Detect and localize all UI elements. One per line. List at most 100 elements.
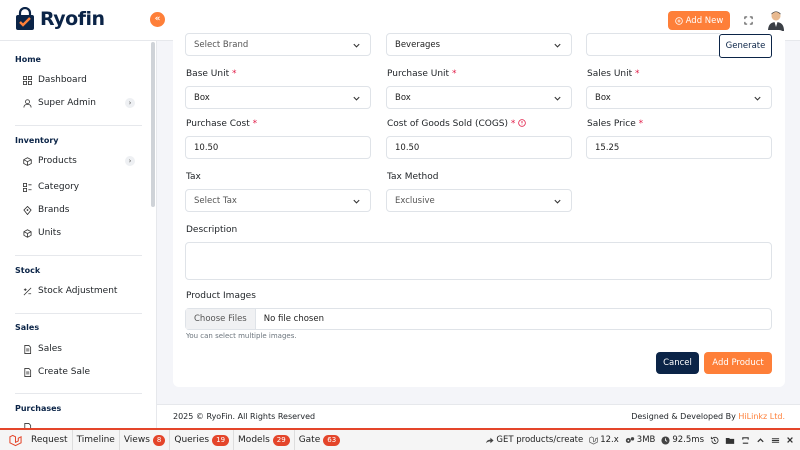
laravel-logo-icon[interactable] — [6, 431, 24, 449]
clock-icon — [661, 435, 670, 445]
debug-bar: Request Timeline Views 8 Queries 19 Models… — [0, 428, 800, 450]
developer-link[interactable]: HiLinkz Ltd. — [738, 412, 785, 421]
debug-tab-views[interactable]: Views 8 — [120, 430, 171, 450]
sales-unit-select[interactable]: Box — [586, 86, 772, 109]
laravel-icon — [589, 436, 598, 444]
debug-tab-queries[interactable]: Queries 19 — [170, 430, 235, 450]
plus-circle-icon — [674, 16, 683, 25]
route-info[interactable]: GET products/create — [485, 435, 583, 445]
purchase-unit-select[interactable]: Box — [386, 86, 572, 109]
cogs-icon — [625, 436, 634, 443]
product-images-label: Product Images — [186, 291, 256, 301]
sidebar-item-products[interactable]: Products › — [23, 156, 135, 166]
sidebar-item-label: Dashboard — [38, 75, 87, 85]
minimize-icon[interactable] — [741, 436, 750, 445]
cube-icon — [23, 228, 32, 238]
fullscreen-toggle[interactable] — [739, 11, 757, 29]
debug-metrics: GET products/create 12.x 3MB 92.5ms — [485, 430, 794, 450]
debug-tab-gate[interactable]: Gate 63 — [295, 430, 344, 450]
sidebar-divider — [15, 125, 142, 126]
logo-text: Ryofin — [40, 8, 105, 30]
chevron-down-icon — [353, 199, 360, 204]
file-status-text: No file chosen — [263, 314, 324, 324]
version-info: 12.x — [589, 435, 619, 445]
chevron-down-icon — [554, 96, 561, 101]
sidebar-item-units[interactable]: Units — [23, 228, 135, 238]
product-images-file-input[interactable]: Choose Files No file chosen — [185, 308, 772, 330]
info-icon[interactable] — [518, 119, 527, 127]
sidebar-item-super-admin[interactable]: Super Admin › — [23, 98, 135, 108]
chevron-down-icon — [554, 43, 561, 48]
position-icon[interactable] — [771, 436, 780, 445]
add-product-button[interactable]: Add Product — [704, 352, 772, 374]
sales-unit-label: Sales Unit * — [587, 69, 640, 79]
sidebar-item-brands[interactable]: Brands — [23, 205, 135, 215]
views-count-badge: 8 — [152, 434, 166, 446]
base-unit-select[interactable]: Box — [185, 86, 371, 109]
purchase-cost-label: Purchase Cost * — [186, 119, 258, 129]
close-icon[interactable] — [786, 436, 794, 444]
sidebar-section-stock: Stock — [15, 266, 41, 275]
sidebar-item-category[interactable]: Category — [23, 182, 135, 192]
base-unit-label: Base Unit * — [186, 69, 237, 79]
tax-method-label: Tax Method — [387, 172, 439, 182]
tax-method-select[interactable]: Exclusive — [386, 189, 572, 212]
add-new-button[interactable]: Add New — [668, 11, 730, 30]
sidebar-item-label: Products — [38, 156, 77, 166]
sidebar-item-create-sale[interactable]: Create Sale — [23, 367, 135, 377]
brand-logo[interactable]: Ryofin — [14, 7, 105, 31]
user-avatar[interactable] — [765, 9, 787, 31]
sidebar-divider — [15, 255, 142, 256]
debug-tab-timeline[interactable]: Timeline — [73, 430, 120, 450]
duration-info: 92.5ms — [661, 435, 704, 445]
sidebar-item-label: Category — [38, 182, 80, 192]
sidebar-section-inventory: Inventory — [15, 136, 59, 145]
sidebar-item-dashboard[interactable]: Dashboard — [23, 75, 135, 85]
images-hint: You can select multiple images. — [186, 332, 297, 340]
developer-credit: Designed & Developed By HiLinkz Ltd. — [631, 412, 785, 421]
tag-icon — [23, 205, 32, 215]
chevron-up-icon[interactable] — [756, 436, 765, 445]
debug-tab-request[interactable]: Request — [27, 430, 73, 450]
purchase-unit-label: Purchase Unit * — [387, 69, 457, 79]
brand-select[interactable]: Select Brand — [185, 33, 371, 56]
page-footer: 2025 © RyoFin. All Rights Reserved Desig… — [157, 404, 800, 428]
document-icon — [23, 344, 32, 354]
purchase-cost-input[interactable]: 10.50 — [185, 136, 371, 159]
cancel-button[interactable]: Cancel — [656, 352, 699, 374]
debug-tab-models[interactable]: Models 29 — [234, 430, 295, 450]
chevron-down-icon — [353, 96, 360, 101]
description-textarea[interactable] — [185, 242, 772, 280]
sidebar-item-label: Create Sale — [38, 367, 91, 377]
history-icon[interactable] — [710, 436, 719, 445]
sidebar-collapse-button[interactable]: « — [150, 12, 165, 27]
product-code-input[interactable] — [586, 33, 720, 56]
sidebar-divider — [15, 313, 142, 314]
grid-icon — [23, 75, 32, 85]
generate-code-button[interactable]: Generate — [719, 34, 772, 58]
queries-count-badge: 19 — [212, 434, 230, 446]
cogs-input[interactable]: 10.50 — [386, 136, 572, 159]
description-label: Description — [186, 225, 238, 235]
chevron-right-icon: › — [125, 98, 135, 108]
sidebar-section-home: Home — [15, 55, 41, 64]
sidebar-item-sales[interactable]: Sales — [23, 344, 135, 354]
chevron-down-icon — [554, 199, 561, 204]
tax-select[interactable]: Select Tax — [185, 189, 371, 212]
cogs-label: Cost of Goods Sold (COGS) * — [387, 119, 527, 129]
category-select[interactable]: Beverages — [386, 33, 572, 56]
folder-icon[interactable] — [725, 436, 735, 445]
models-count-badge: 29 — [272, 434, 290, 446]
choose-files-button[interactable]: Choose Files — [186, 309, 256, 329]
shopping-bag-icon — [16, 7, 34, 30]
sidebar: Home Dashboard Super Admin › Inventory P… — [0, 41, 157, 428]
adjust-icon — [23, 287, 32, 296]
box-icon — [23, 156, 32, 166]
chevron-down-icon — [353, 43, 360, 48]
sidebar-scrollbar[interactable] — [151, 42, 155, 207]
copyright-text: 2025 © RyoFin. All Rights Reserved — [173, 412, 316, 421]
chevron-right-icon: › — [125, 156, 135, 166]
sidebar-item-stock-adjustment[interactable]: Stock Adjustment — [23, 286, 135, 296]
sales-price-input[interactable]: 15.25 — [586, 136, 772, 159]
sales-price-label: Sales Price * — [587, 119, 644, 129]
